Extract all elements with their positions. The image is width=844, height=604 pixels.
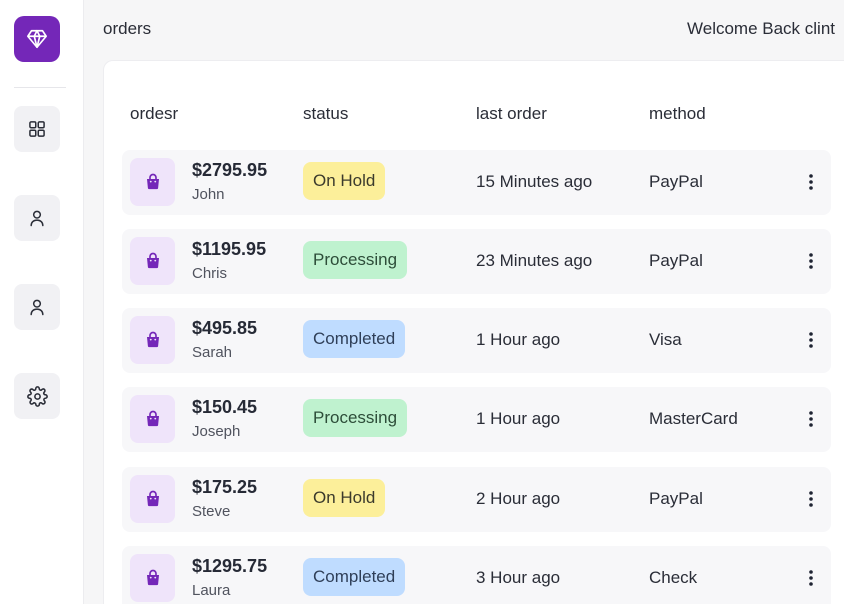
payment-method: PayPal <box>649 489 703 508</box>
status-badge: On Hold <box>303 162 386 200</box>
order-icon-box <box>130 395 175 443</box>
customer-name: Joseph <box>192 423 241 440</box>
order-amount: $1295.75 <box>192 556 268 576</box>
shopping-bag-icon <box>146 252 159 269</box>
order-amount: $1195.95 <box>192 239 267 259</box>
status-badge: Completed <box>303 558 406 596</box>
table-row[interactable]: $175.25 Steve On Hold 2 Hour ago PayPal <box>122 467 831 532</box>
page-title: orders <box>103 19 152 38</box>
table-row[interactable]: $495.85 Sarah Completed 1 Hour ago Visa <box>122 308 831 373</box>
more-vertical-icon <box>809 332 813 348</box>
shopping-bag-icon <box>146 331 159 348</box>
app-logo[interactable] <box>14 16 60 62</box>
customer-name: Laura <box>192 582 231 599</box>
row-actions-button[interactable] <box>802 328 820 352</box>
sidebar-item-dashboard[interactable] <box>14 106 60 152</box>
customer-name: John <box>192 186 225 203</box>
column-header-method: method <box>649 104 706 123</box>
shopping-bag-icon <box>146 173 159 190</box>
last-order-time: 1 Hour ago <box>476 409 561 428</box>
row-actions-button[interactable] <box>802 249 820 273</box>
last-order-time: 2 Hour ago <box>476 489 561 508</box>
diamond-icon <box>27 29 47 49</box>
more-vertical-icon <box>809 253 813 269</box>
payment-method: PayPal <box>649 251 703 270</box>
last-order-time: 15 Minutes ago <box>476 172 593 191</box>
grid-icon <box>29 121 45 137</box>
customer-name: Steve <box>192 503 231 520</box>
row-actions-button[interactable] <box>802 407 820 431</box>
order-amount: $2795.95 <box>192 160 268 180</box>
customer-name: Chris <box>192 265 228 282</box>
customer-name: Sarah <box>192 344 233 361</box>
table-row[interactable]: $2795.95 John On Hold 15 Minutes ago Pay… <box>122 150 831 215</box>
sidebar <box>0 0 84 604</box>
more-vertical-icon <box>809 174 813 190</box>
status-badge: Processing <box>303 399 408 437</box>
order-amount: $150.45 <box>192 397 258 417</box>
status-badge: On Hold <box>303 479 386 517</box>
gear-icon <box>26 385 48 407</box>
table-row[interactable]: $1295.75 Laura Completed 3 Hour ago Chec… <box>122 546 831 604</box>
row-actions-button[interactable] <box>802 487 820 511</box>
user-icon <box>30 210 44 227</box>
shopping-bag-icon <box>146 490 159 507</box>
last-order-time: 23 Minutes ago <box>476 251 593 270</box>
welcome-message: Welcome Back clint <box>687 19 836 38</box>
order-icon-box <box>130 475 175 523</box>
last-order-time: 1 Hour ago <box>476 330 561 349</box>
sidebar-divider <box>14 87 66 88</box>
payment-method: Check <box>649 568 698 587</box>
payment-method: MasterCard <box>649 409 738 428</box>
status-badge: Completed <box>303 320 406 358</box>
table-row[interactable]: $150.45 Joseph Processing 1 Hour ago Mas… <box>122 387 831 452</box>
order-icon-box <box>130 554 175 602</box>
sidebar-item-users[interactable] <box>14 284 60 330</box>
shopping-bag-icon <box>146 569 159 586</box>
user-icon <box>30 299 44 316</box>
order-icon-box <box>130 158 175 206</box>
row-actions-button[interactable] <box>802 170 820 194</box>
row-actions-button[interactable] <box>802 566 820 590</box>
more-vertical-icon <box>809 570 813 586</box>
order-icon-box <box>130 237 175 285</box>
more-vertical-icon <box>809 411 813 427</box>
more-vertical-icon <box>809 491 813 507</box>
table-row[interactable]: $1195.95 Chris Processing 23 Minutes ago… <box>122 229 831 294</box>
status-badge: Processing <box>303 241 408 279</box>
order-icon-box <box>130 316 175 364</box>
column-header-last-order: last order <box>476 104 547 123</box>
column-header-orders: ordesr <box>130 104 179 123</box>
orders-card: ordesr status last order method $2795.95… <box>103 60 844 604</box>
last-order-time: 3 Hour ago <box>476 568 561 587</box>
shopping-bag-icon <box>146 410 159 427</box>
sidebar-item-settings[interactable] <box>14 373 60 419</box>
payment-method: PayPal <box>649 172 703 191</box>
order-amount: $495.85 <box>192 318 258 338</box>
column-header-status: status <box>303 104 349 123</box>
order-amount: $175.25 <box>192 477 258 497</box>
payment-method: Visa <box>649 330 682 349</box>
sidebar-item-profile[interactable] <box>14 195 60 241</box>
